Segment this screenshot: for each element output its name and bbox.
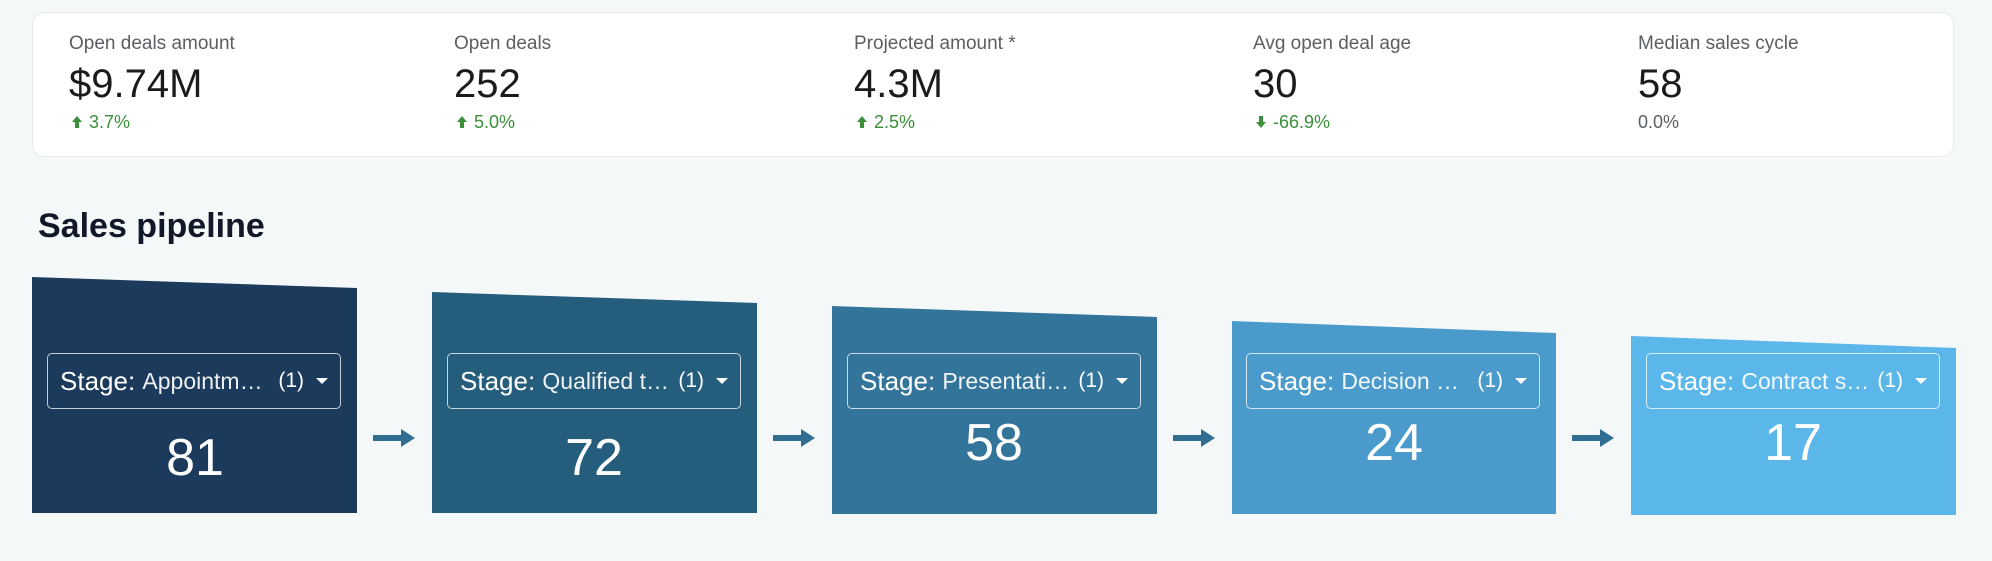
stage-filter-count: (1) xyxy=(1477,369,1503,392)
flow-arrow-icon xyxy=(373,429,415,447)
stage-filter-value: Appointment scheduled xyxy=(142,367,271,394)
pipeline-funnel xyxy=(32,277,1956,515)
stage-filter-count: (1) xyxy=(278,369,304,392)
flow-arrow-icon xyxy=(1572,429,1614,447)
flow-arrow-icon xyxy=(1173,429,1215,447)
stage-filter-count: (1) xyxy=(678,369,704,392)
stage-filter-key: Stage xyxy=(60,365,128,396)
stage-filter-value: Qualified to buy xyxy=(542,367,670,394)
flow-arrow-icon xyxy=(773,429,815,447)
chevron-down-icon xyxy=(1915,378,1927,384)
stage-count: 72 xyxy=(565,429,623,487)
stage-filter-key: Stage xyxy=(460,365,528,396)
stage-filter-key: Stage xyxy=(1259,365,1327,396)
stage-filter-key: Stage xyxy=(860,365,928,396)
stage-filter-value: Contract sent xyxy=(1741,367,1870,394)
chevron-down-icon xyxy=(1116,378,1128,384)
stage-filter-dropdown[interactable]: Stage: Appointment scheduled (1) xyxy=(47,353,341,409)
chevron-down-icon xyxy=(716,378,728,384)
stage-filter-key: Stage xyxy=(1659,365,1727,396)
stage-filter-dropdown[interactable]: Stage: Qualified to buy (1) xyxy=(447,353,741,409)
stage-count: 58 xyxy=(965,414,1023,472)
stage-filter-dropdown[interactable]: Stage: Contract sent (1) xyxy=(1646,353,1940,409)
stage-filter-count: (1) xyxy=(1877,369,1903,392)
chevron-down-icon xyxy=(1515,378,1527,384)
stage-filter-value: Presentation scheduled xyxy=(942,367,1071,394)
stage-count: 24 xyxy=(1365,414,1423,472)
chevron-down-icon xyxy=(316,378,328,384)
stage-filter-count: (1) xyxy=(1078,369,1104,392)
stage-filter-dropdown[interactable]: Stage: Decision maker bought-in (1) xyxy=(1246,353,1540,409)
stage-block-3 xyxy=(832,306,1157,514)
stage-filter-value: Decision maker bought-in xyxy=(1341,367,1469,394)
stage-count: 81 xyxy=(166,429,224,487)
stage-filter-dropdown[interactable]: Stage: Presentation scheduled (1) xyxy=(847,353,1141,409)
stage-count: 17 xyxy=(1764,414,1822,472)
